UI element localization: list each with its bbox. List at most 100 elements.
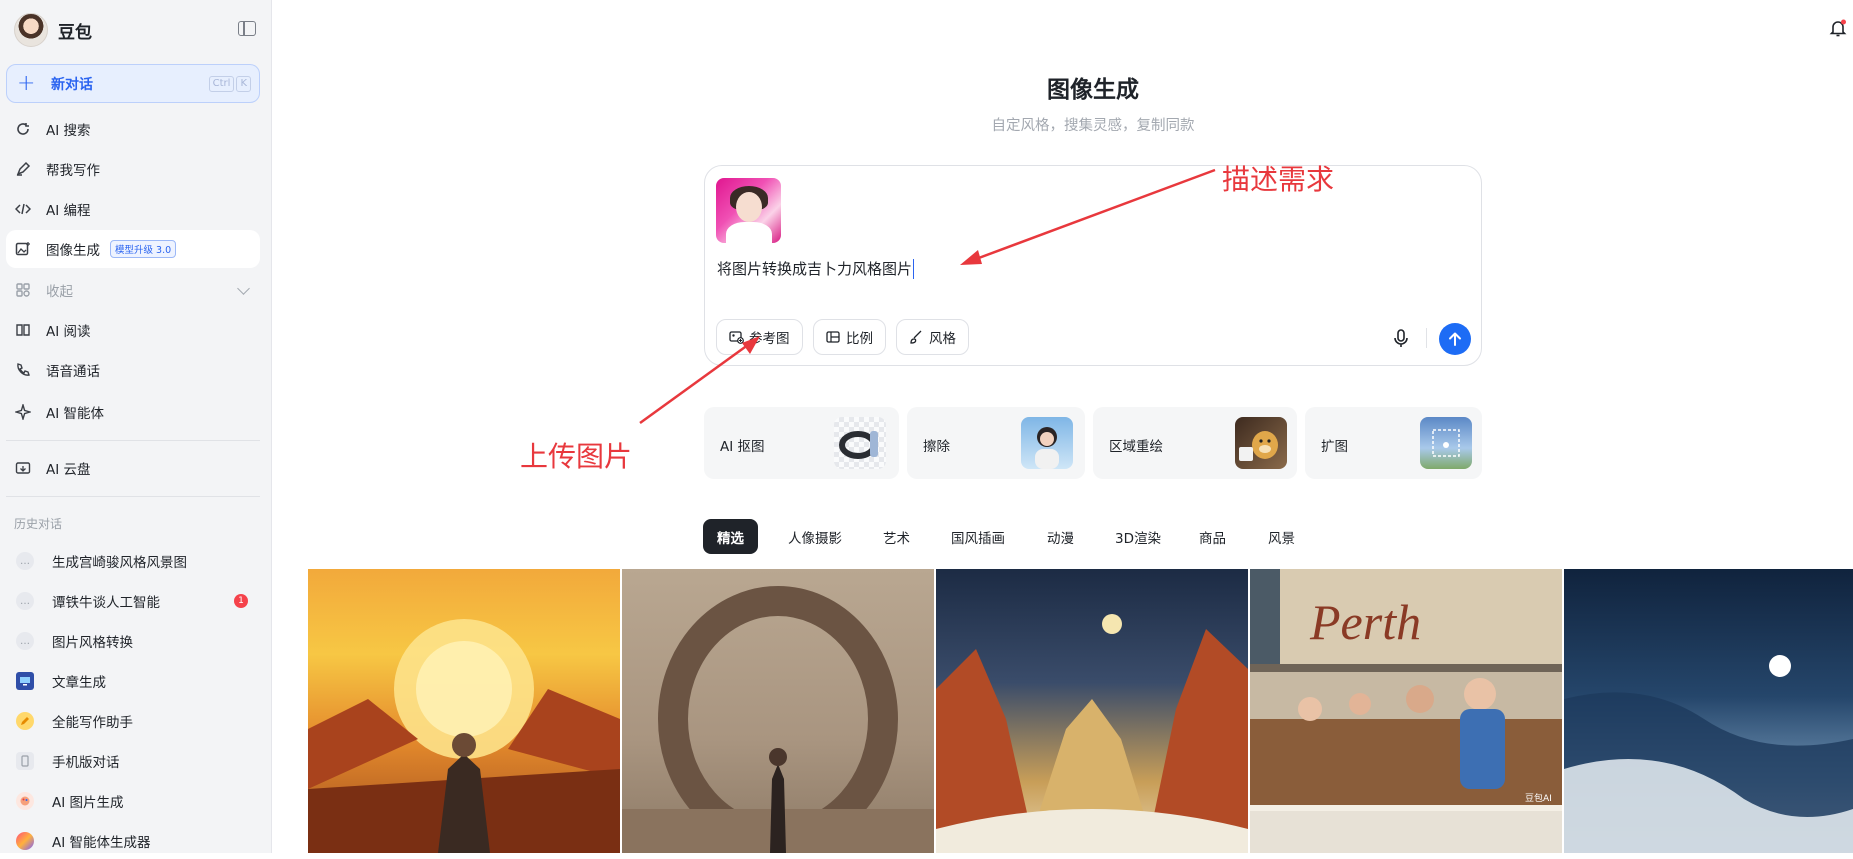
history-item[interactable]: AI 图片生成: [6, 783, 260, 819]
gradient-orb-icon: [16, 832, 34, 850]
aspect-ratio-label: 比例: [846, 331, 873, 347]
brand-logo: [14, 13, 48, 47]
gallery-watermark: 豆包AI: [1525, 792, 1552, 804]
sidebar-item-image-gen[interactable]: 图像生成 模型升级 3.0: [6, 230, 260, 268]
sidebar-item-writing[interactable]: 帮我写作: [6, 150, 260, 188]
category-tab[interactable]: 商品: [1185, 519, 1240, 554]
sidebar-divider: [6, 496, 260, 497]
toolbar-divider: [1426, 328, 1427, 348]
skill-cutout[interactable]: AI 抠图: [704, 407, 899, 479]
phone-device-icon: [16, 752, 34, 770]
category-tab[interactable]: 艺术: [869, 519, 924, 554]
thumb-shape: [736, 192, 762, 222]
skill-thumbnail: [834, 417, 886, 469]
sidebar-item-voice-call[interactable]: 语音通话: [6, 351, 260, 389]
annotation-describe: 描述需求: [1222, 163, 1335, 196]
brush-icon: [909, 329, 925, 345]
page-title: 图像生成: [1047, 77, 1139, 103]
skill-label: AI 抠图: [720, 439, 765, 455]
sidebar-item-label: 收起: [46, 284, 73, 300]
history-item-label: 文章生成: [52, 675, 106, 691]
gallery-image[interactable]: [308, 569, 620, 853]
aspect-ratio-icon: [826, 329, 842, 345]
unread-badge: 1: [234, 594, 248, 608]
gallery-image[interactable]: Perth 豆包AI: [1250, 569, 1562, 853]
history-item[interactable]: … 生成宫崎骏风格风景图: [6, 543, 260, 579]
annotation-upload: 上传图片: [520, 440, 633, 473]
brand-name: 豆包: [58, 22, 92, 43]
shop-sign-text: Perth: [1309, 594, 1421, 650]
category-tab[interactable]: 人像摄影: [774, 519, 856, 554]
gallery-image[interactable]: [1564, 569, 1853, 853]
chevron-down-icon: [237, 282, 250, 295]
pencil-badge-icon: [16, 712, 34, 730]
history-item-label: 生成宫崎骏风格风景图: [52, 555, 187, 571]
history-item-label: AI 智能体生成器: [52, 835, 151, 851]
history-item-label: 手机版对话: [52, 755, 120, 771]
skill-thumbnail: [1235, 417, 1287, 469]
history-item-label: 谭铁牛谈人工智能: [52, 595, 160, 611]
gallery-image[interactable]: [936, 569, 1248, 853]
page-subtitle: 自定风格，搜集灵感，复制同款: [991, 118, 1195, 134]
skill-thumbnail: [1021, 417, 1073, 469]
cloud-drive-icon: [14, 459, 32, 477]
prompt-input[interactable]: 将图片转换成吉卜力风格图片: [717, 259, 915, 279]
notification-bell-icon[interactable]: [1828, 18, 1848, 38]
thumb-shape: [726, 222, 772, 243]
skill-thumbnail: [1420, 417, 1472, 469]
category-tab[interactable]: 3D渲染: [1101, 519, 1175, 554]
sidebar-item-label: 图像生成: [46, 243, 100, 259]
sidebar-item-label: AI 云盘: [46, 462, 91, 478]
sidebar-item-reading[interactable]: AI 阅读: [6, 311, 260, 349]
category-tab[interactable]: 动漫: [1033, 519, 1088, 554]
skill-label: 擦除: [923, 439, 950, 455]
reference-image-label: 参考图: [749, 331, 790, 347]
arrow-up-icon: [1449, 332, 1461, 346]
style-button[interactable]: 风格: [896, 319, 969, 355]
sidebar-item-cloud-drive[interactable]: AI 云盘: [6, 449, 260, 487]
send-button[interactable]: [1439, 323, 1471, 355]
history-item-label: 全能写作助手: [52, 715, 133, 731]
sidebar-divider: [6, 440, 260, 441]
history-item[interactable]: … 图片风格转换: [6, 623, 260, 659]
monitor-icon: [16, 672, 34, 690]
sidebar-item-label: AI 编程: [46, 203, 91, 219]
skill-erase[interactable]: 擦除: [907, 407, 1085, 479]
phone-icon: [14, 361, 32, 379]
history-item[interactable]: 文章生成: [6, 663, 260, 699]
chat-bubble-icon: …: [16, 592, 34, 610]
chat-bubble-icon: …: [16, 552, 34, 570]
sidebar-item-label: AI 阅读: [46, 324, 91, 340]
sidebar-item-label: 帮我写作: [46, 163, 100, 179]
skill-label: 区域重绘: [1109, 439, 1163, 455]
sidebar-item-agents[interactable]: AI 智能体: [6, 393, 260, 431]
reference-image-thumbnail[interactable]: [716, 178, 781, 243]
history-section-label: 历史对话: [14, 517, 63, 531]
sidebar-item-label: 语音通话: [46, 364, 100, 380]
sidebar-item-collapse[interactable]: 收起: [6, 271, 260, 309]
category-tab[interactable]: 风景: [1254, 519, 1309, 554]
skill-label: 扩图: [1321, 439, 1348, 455]
skill-outpaint[interactable]: 扩图: [1305, 407, 1482, 479]
history-item[interactable]: … 谭铁牛谈人工智能 1: [6, 583, 260, 619]
microphone-icon[interactable]: [1391, 327, 1411, 349]
history-item[interactable]: 手机版对话: [6, 743, 260, 779]
prompt-composer[interactable]: 将图片转换成吉卜力风格图片 参考图 比例 风格: [704, 165, 1482, 366]
history-item[interactable]: 全能写作助手: [6, 703, 260, 739]
sidebar-collapse-icon[interactable]: [238, 21, 256, 36]
gallery-image[interactable]: [622, 569, 934, 853]
pen-icon: [14, 160, 32, 178]
history-item[interactable]: AI 智能体生成器: [6, 823, 260, 859]
skill-inpaint[interactable]: 区域重绘: [1093, 407, 1297, 479]
apps-icon: [14, 281, 32, 299]
brand[interactable]: 豆包: [14, 12, 92, 48]
reference-image-button[interactable]: 参考图: [716, 319, 803, 355]
category-tab[interactable]: 国风插画: [937, 519, 1019, 554]
book-icon: [14, 321, 32, 339]
aspect-ratio-button[interactable]: 比例: [813, 319, 886, 355]
image-upload-icon: [729, 329, 745, 345]
style-label: 风格: [929, 331, 956, 347]
sidebar-item-coding[interactable]: AI 编程: [6, 190, 260, 228]
category-tab[interactable]: 精选: [703, 519, 758, 554]
history-item-label: AI 图片生成: [52, 795, 124, 811]
